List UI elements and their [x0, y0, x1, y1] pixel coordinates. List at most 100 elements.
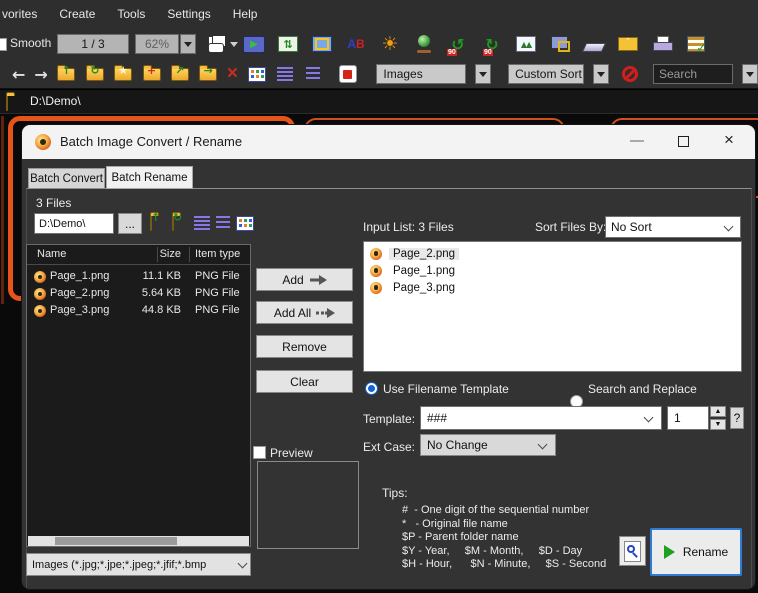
template-combo[interactable]: ### — [420, 406, 662, 430]
menu-item-tools[interactable]: Tools — [117, 7, 145, 21]
sort-select[interactable]: Custom Sort — [508, 64, 584, 84]
input-list[interactable]: Page_2.png Page_1.png Page_3.png — [363, 241, 742, 372]
copy-to-folder-icon[interactable]: → — [199, 63, 218, 85]
red-eye-icon[interactable] — [412, 32, 436, 56]
forward-icon[interactable]: → — [34, 65, 47, 84]
batch-rename-icon[interactable]: AB — [344, 32, 368, 56]
rename-button[interactable]: Rename — [650, 528, 742, 576]
arrow-right-dashed-icon — [316, 307, 336, 318]
close-icon[interactable]: × — [724, 130, 734, 150]
address-bar[interactable]: D:\Demo\ — [0, 89, 758, 114]
table-row[interactable]: Page_3.png 44.8 KB PNG File — [27, 303, 250, 319]
rotate-right-icon[interactable]: ↻ 90 — [480, 32, 504, 56]
column-size[interactable]: Size — [119, 248, 181, 260]
source-thumbnails-view-icon[interactable] — [236, 216, 254, 231]
column-name[interactable]: Name — [37, 248, 66, 260]
filter-select[interactable]: Images — [376, 64, 466, 84]
stepper-down-icon[interactable]: ▼ — [710, 419, 726, 430]
list-item[interactable]: Page_3.png — [364, 279, 741, 296]
preview-checkbox[interactable] — [253, 446, 266, 459]
rotate-left-icon[interactable]: ↺ 90 — [446, 32, 470, 56]
remove-button[interactable]: Remove — [256, 335, 353, 358]
adjust-lighting-icon[interactable]: ☀ — [378, 32, 402, 56]
details-view-icon[interactable] — [275, 63, 294, 85]
source-folder-input[interactable]: D:\Demo\ — [34, 213, 114, 234]
move-to-folder-icon[interactable]: ↗ — [170, 63, 189, 85]
block-icon[interactable] — [622, 66, 638, 82]
print-icon[interactable] — [650, 32, 674, 56]
search-dropdown-arrow[interactable] — [741, 64, 758, 84]
folder-up-icon[interactable]: ↑ — [57, 63, 76, 85]
preview-rename-button[interactable] — [619, 536, 646, 566]
tip-line: $Y - Year, $M - Month, $D - Day — [402, 544, 583, 557]
scrollbar-thumb[interactable] — [55, 537, 177, 545]
menu-item-create[interactable]: Create — [59, 7, 95, 21]
page-indicator-button[interactable]: 1 / 3 — [57, 34, 129, 54]
app-window: vorites Create Tools Settings Help Smoot… — [0, 0, 758, 593]
list-item[interactable]: Page_1.png — [364, 262, 741, 279]
menu-item-settings[interactable]: Settings — [167, 7, 210, 21]
ext-case-select[interactable]: No Change — [420, 434, 556, 456]
run-play-icon — [663, 545, 675, 559]
sort-files-select[interactable]: No Sort — [605, 216, 741, 238]
folder-new-icon[interactable]: + — [142, 63, 161, 85]
file-name: Page_1.png — [50, 270, 110, 282]
add-all-button[interactable]: Add All — [256, 301, 353, 324]
tab-batch-convert[interactable]: Batch Convert — [28, 168, 105, 189]
email-icon[interactable] — [616, 32, 640, 56]
source-list-view-icon[interactable] — [216, 216, 230, 230]
menu-item-favorites[interactable]: vorites — [2, 7, 37, 21]
zoom-dropdown-button[interactable] — [180, 34, 196, 54]
list-item[interactable]: Page_2.png — [364, 245, 741, 262]
clear-button[interactable]: Clear — [256, 370, 353, 393]
source-folder-up-icon[interactable]: ↑ — [150, 212, 160, 231]
column-type[interactable]: Item type — [195, 248, 240, 260]
table-row[interactable]: Page_1.png 11.1 KB PNG File — [27, 269, 250, 285]
table-row[interactable]: Page_2.png 5.64 KB PNG File — [27, 286, 250, 302]
file-list-header[interactable]: Name Size Item type — [27, 245, 250, 265]
resize-images-icon[interactable]: ⇅ — [276, 32, 300, 56]
screen-capture-icon[interactable] — [548, 32, 572, 56]
horizontal-scrollbar[interactable] — [28, 536, 249, 546]
delete-icon[interactable]: × — [227, 64, 238, 84]
stop-icon[interactable] — [338, 63, 357, 85]
start-number-input[interactable]: 1 — [667, 406, 709, 430]
use-template-label: Use Filename Template — [383, 382, 509, 396]
menu-item-help[interactable]: Help — [233, 7, 258, 21]
start-number-stepper[interactable]: ▲ ▼ — [710, 406, 726, 430]
browse-button[interactable]: ... — [118, 213, 142, 234]
smooth-checkbox[interactable] — [0, 38, 7, 51]
image-file-icon — [34, 305, 46, 317]
back-icon[interactable]: ← — [12, 65, 25, 84]
add-button[interactable]: Add — [256, 268, 353, 291]
maximize-icon[interactable] — [678, 136, 689, 147]
zoom-level-button[interactable]: 62% — [135, 34, 179, 54]
source-folder-refresh-icon[interactable]: ↻ — [172, 212, 182, 231]
minimize-icon[interactable] — [630, 140, 644, 142]
add-all-label: Add All — [273, 305, 312, 320]
stepper-up-icon[interactable]: ▲ — [710, 406, 726, 417]
search-input[interactable]: Search — [652, 64, 733, 84]
main-toolbar: Smooth 1 / 3 62% ▶ ⇅ AB ☀ ↺ 90 ↻ 90 ▲▲ ✓ — [0, 28, 758, 61]
tab-batch-rename[interactable]: Batch Rename — [106, 166, 193, 189]
slideshow-icon[interactable]: ▶ — [242, 32, 266, 56]
settings-check-icon[interactable]: ✓ — [684, 32, 708, 56]
filter-select-arrow[interactable] — [474, 64, 492, 84]
hand-tool-dropdown-icon[interactable] — [230, 42, 238, 51]
list-view-icon[interactable] — [304, 63, 323, 85]
use-template-radio[interactable] — [365, 382, 378, 395]
hand-tool-icon[interactable] — [206, 35, 226, 53]
template-help-button[interactable]: ? — [730, 407, 744, 429]
scanner-icon[interactable] — [581, 32, 607, 56]
compare-images-icon[interactable]: ▲▲ — [514, 32, 538, 56]
source-file-list[interactable]: Name Size Item type Page_1.png 11.1 KB P… — [26, 244, 251, 547]
sort-select-arrow[interactable] — [592, 64, 610, 84]
file-filter-select[interactable]: Images (*.jpg;*.jpe;*.jpeg;*.jfif;*.bmp — [26, 553, 251, 576]
source-details-view-icon[interactable] — [194, 216, 210, 230]
crop-icon[interactable] — [310, 32, 334, 56]
thumbnails-view-icon[interactable] — [247, 63, 266, 85]
dialog-titlebar[interactable]: Batch Image Convert / Rename × — [22, 125, 755, 159]
file-type: PNG File — [195, 287, 240, 299]
folder-favorites-icon[interactable]: ★ — [114, 63, 133, 85]
folder-refresh-icon[interactable]: ↻ — [85, 63, 104, 85]
